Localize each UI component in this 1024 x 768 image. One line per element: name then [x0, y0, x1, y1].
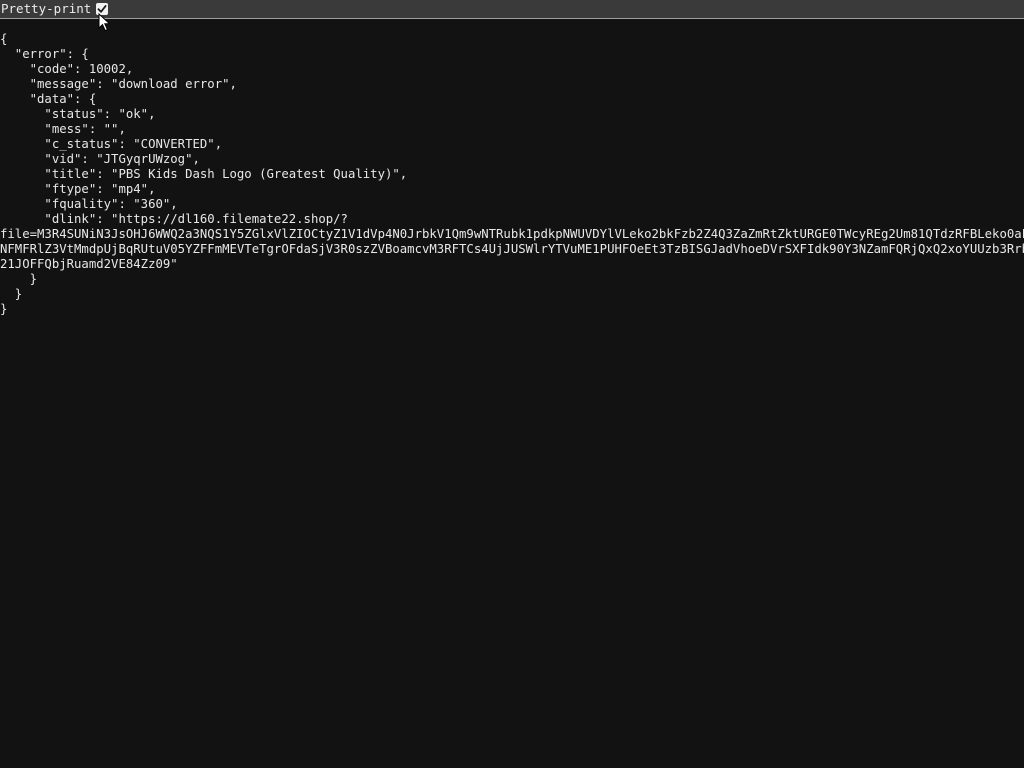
json-line: "ftype": "mp4", [0, 182, 156, 196]
json-line: } [0, 287, 23, 301]
json-line: "code": 10002, [0, 62, 134, 76]
json-line: "message": "download error", [0, 77, 237, 91]
json-line: 21JOFFQbjRuamd2VE84Zz09" [0, 257, 178, 271]
json-line: } [0, 272, 38, 286]
json-line: "mess": "", [0, 122, 126, 136]
json-line: file=M3R4SUNiN3JsOHJ6WWQ2a3NQS1Y5ZGlxVlZ… [0, 227, 1024, 241]
pretty-print-bar: Pretty-print [0, 0, 1024, 19]
json-line: "vid": "JTGyqrUWzog", [0, 152, 200, 166]
json-line: "data": { [0, 92, 97, 106]
json-line: "status": "ok", [0, 107, 156, 121]
json-line: "error": { [0, 47, 89, 61]
pretty-print-label: Pretty-print [1, 1, 92, 16]
json-line: } [0, 302, 8, 316]
json-line: "dlink": "https://dl160.filemate22.shop/… [0, 212, 348, 226]
json-line: { [0, 32, 8, 46]
json-line: NFMFRlZ3VtMmdpUjBqRUtuV05YZFFmMEVTeTgrOF… [0, 242, 1024, 256]
mouse-cursor-icon [98, 13, 111, 32]
json-line: "fquality": "360", [0, 197, 178, 211]
json-line: "c_status": "CONVERTED", [0, 137, 223, 151]
json-output: { "error": { "code": 10002, "message": "… [0, 32, 1024, 317]
json-line: "title": "PBS Kids Dash Logo (Greatest Q… [0, 167, 408, 181]
